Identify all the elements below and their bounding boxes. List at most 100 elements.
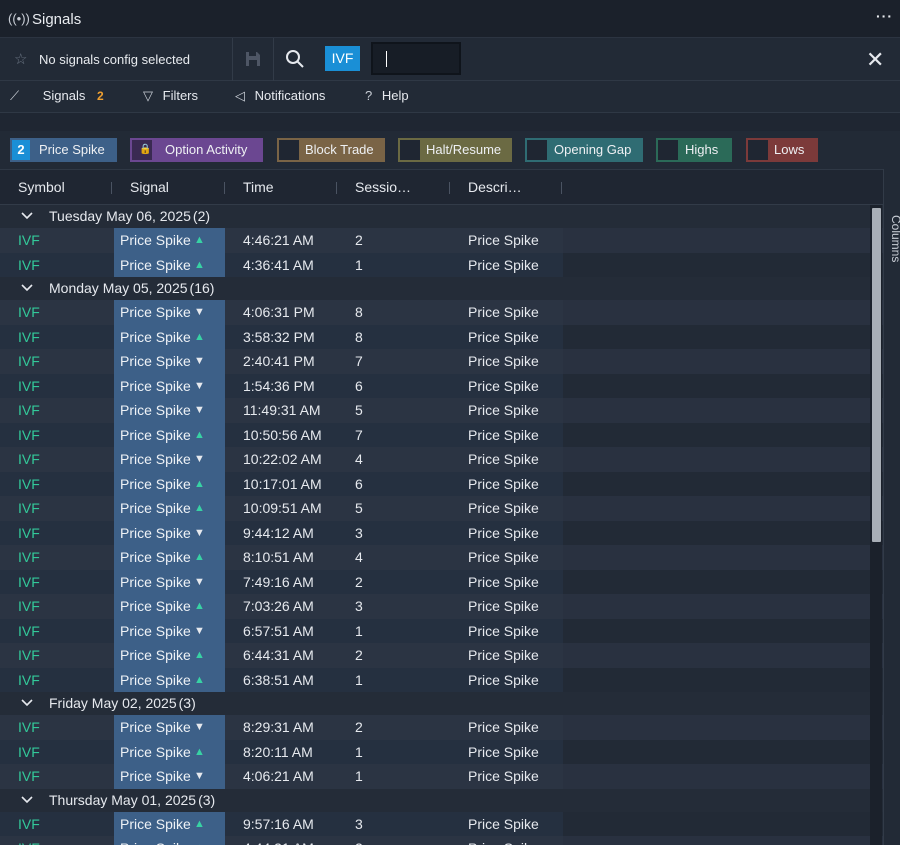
cell-symbol[interactable]: IVF [18, 672, 40, 688]
config-label[interactable]: No signals config selected [39, 52, 190, 67]
table-row[interactable]: IVF Price Spike ▼ 11:49:31 AM 5 Price Spike [0, 398, 883, 423]
cell-symbol[interactable]: IVF [18, 304, 40, 320]
cell-signal[interactable]: Price Spike▲ [114, 496, 225, 521]
column-resize-handle[interactable] [336, 182, 337, 194]
column-resize-handle[interactable] [449, 182, 450, 194]
chevron-down-icon[interactable] [20, 209, 34, 223]
cell-symbol[interactable]: IVF [18, 719, 40, 735]
group-row[interactable]: Tuesday May 06, 2025 (2) [0, 205, 883, 228]
table-row[interactable]: IVF Price Spike ▲ 3:58:32 PM 8 Price Spike [0, 324, 883, 349]
chip-lows[interactable]: Lows [746, 138, 818, 162]
cell-signal[interactable]: Price Spike ▼ [114, 569, 225, 594]
table-row[interactable]: IVF Price Spike ▼ 4:06:21 AM 1 Price Spike [0, 764, 883, 789]
table-row[interactable]: IVF Price Spike ▼ 8:29:31 AM 2 Price Spike [0, 715, 883, 740]
cell-symbol[interactable]: IVF [18, 574, 40, 590]
table-row[interactable]: IVF Price Spike ▲ 4:46:21 AM 2 Price Spike [0, 228, 883, 253]
cell-signal[interactable]: Price Spike▲ [114, 643, 225, 668]
chevron-down-icon[interactable] [20, 281, 34, 295]
cell-signal[interactable]: Price Spike▲ [114, 667, 225, 692]
table-row[interactable]: IVF Price Spike ▼ 9:44:12 AM 3 Price Spike [0, 520, 883, 545]
table-row[interactable]: IVF Price Spike ▼ 10:22:02 AM 4 Price Spike [0, 447, 883, 472]
cell-signal[interactable]: Price Spike▲ [114, 811, 225, 836]
column-header-description[interactable]: Descri… [468, 179, 522, 195]
cell-signal[interactable]: Price Spike▲ [114, 228, 225, 253]
cell-signal[interactable]: Price Spike▲ [114, 594, 225, 619]
tab-notifications[interactable]: ◁ Notifications [235, 88, 325, 104]
column-header-session[interactable]: Sessio… [355, 179, 411, 195]
cell-signal[interactable]: Price Spike ▼ [114, 447, 225, 472]
chip-halt-resume[interactable]: Halt/Resume [398, 138, 512, 162]
table-row[interactable]: IVF Price Spike ▲ 10:09:51 AM 5 Price Spike [0, 496, 883, 521]
chip-option-activity[interactable]: 🔒 Option Activity [130, 138, 263, 162]
cell-symbol[interactable]: IVF [18, 329, 40, 345]
tab-help[interactable]: ? Help [365, 88, 409, 103]
cell-symbol[interactable]: IVF [18, 232, 40, 248]
table-row[interactable]: IVF Price Spike ▲ 7:03:26 AM 3 Price Spike [0, 594, 883, 619]
column-resize-handle[interactable] [561, 182, 562, 194]
tab-filters[interactable]: ▽ Filters [143, 88, 198, 104]
cell-signal[interactable]: Price Spike ▼ [114, 300, 225, 325]
table-row[interactable]: IVF Price Spike ▼ 1:54:36 PM 6 Price Spike [0, 373, 883, 398]
cell-symbol[interactable]: IVF [18, 427, 40, 443]
table-row[interactable]: IVF Price Spike▲ 4:44:31 AM 2 Price Spike [0, 836, 883, 845]
chip-block-trade[interactable]: Block Trade [277, 138, 385, 162]
table-row[interactable]: IVF Price Spike ▲ 4:36:41 AM 1 Price Spike [0, 252, 883, 277]
cell-symbol[interactable]: IVF [18, 257, 40, 273]
vertical-scrollbar[interactable] [870, 205, 882, 845]
table-row[interactable]: IVF Price Spike ▲ 10:17:01 AM 6 Price Spike [0, 471, 883, 496]
cell-signal[interactable]: Price Spike▲ [114, 252, 225, 277]
cell-symbol[interactable]: IVF [18, 744, 40, 760]
close-icon[interactable]: ✕ [866, 47, 884, 73]
table-row[interactable]: IVF Price Spike ▲ 6:38:51 AM 1 Price Spike [0, 667, 883, 692]
chevron-down-icon[interactable] [20, 793, 34, 807]
search-icon[interactable] [285, 49, 305, 69]
more-options-icon[interactable]: ··· [876, 8, 893, 24]
column-header-symbol[interactable]: Symbol [18, 179, 65, 195]
cell-signal[interactable]: Price Spike▲ [114, 739, 225, 764]
table-row[interactable]: IVF Price Spike ▲ 8:10:51 AM 4 Price Spike [0, 545, 883, 570]
cell-symbol[interactable]: IVF [18, 549, 40, 565]
scrollbar-thumb[interactable] [872, 208, 881, 542]
cell-signal[interactable]: Price Spike ▼ [114, 715, 225, 740]
cell-symbol[interactable]: IVF [18, 768, 40, 784]
cell-symbol[interactable]: IVF [18, 353, 40, 369]
save-icon[interactable] [245, 51, 261, 67]
symbol-tag[interactable]: IVF [325, 46, 360, 71]
table-row[interactable]: IVF Price Spike ▲ 9:57:16 AM 3 Price Spike [0, 811, 883, 836]
columns-side-panel[interactable]: Columns [883, 169, 900, 845]
group-row[interactable]: Friday May 02, 2025 (3) [0, 692, 883, 715]
cell-signal[interactable]: Price Spike ▼ [114, 398, 225, 423]
column-resize-handle[interactable] [111, 182, 112, 194]
cell-symbol[interactable]: IVF [18, 840, 40, 845]
cell-signal[interactable]: Price Spike▲ [114, 471, 225, 496]
table-row[interactable]: IVF Price Spike ▼ 2:40:41 PM 7 Price Spike [0, 349, 883, 374]
cell-symbol[interactable]: IVF [18, 647, 40, 663]
star-icon[interactable]: ☆ [14, 50, 27, 68]
group-row[interactable]: Thursday May 01, 2025 (3) [0, 788, 883, 812]
chevron-down-icon[interactable] [20, 696, 34, 710]
cell-signal[interactable]: Price Spike ▼ [114, 764, 225, 789]
cell-signal[interactable]: Price Spike▲ [114, 836, 225, 845]
table-row[interactable]: IVF Price Spike ▼ 6:57:51 AM 1 Price Spike [0, 618, 883, 643]
cell-symbol[interactable]: IVF [18, 598, 40, 614]
chip-highs[interactable]: Highs [656, 138, 732, 162]
columns-panel-label[interactable]: Columns [889, 215, 900, 262]
group-row[interactable]: Monday May 05, 2025 (16) [0, 277, 883, 300]
cell-signal[interactable]: Price Spike ▼ [114, 373, 225, 398]
cell-signal[interactable]: Price Spike▲ [114, 324, 225, 349]
tab-signals[interactable]: ⟋ Signals 2 [10, 88, 104, 104]
cell-symbol[interactable]: IVF [18, 816, 40, 832]
cell-signal[interactable]: Price Spike ▼ [114, 349, 225, 374]
table-row[interactable]: IVF Price Spike ▼ 7:49:16 AM 2 Price Spike [0, 569, 883, 594]
cell-signal[interactable]: Price Spike ▼ [114, 520, 225, 545]
cell-symbol[interactable]: IVF [18, 525, 40, 541]
symbol-input[interactable] [371, 42, 461, 75]
cell-symbol[interactable]: IVF [18, 623, 40, 639]
cell-symbol[interactable]: IVF [18, 378, 40, 394]
cell-symbol[interactable]: IVF [18, 476, 40, 492]
column-header-time[interactable]: Time [243, 179, 274, 195]
cell-signal[interactable]: Price Spike▲ [114, 422, 225, 447]
table-row[interactable]: IVF Price Spike ▲ 6:44:31 AM 2 Price Spike [0, 643, 883, 668]
cell-symbol[interactable]: IVF [18, 500, 40, 516]
cell-symbol[interactable]: IVF [18, 402, 40, 418]
